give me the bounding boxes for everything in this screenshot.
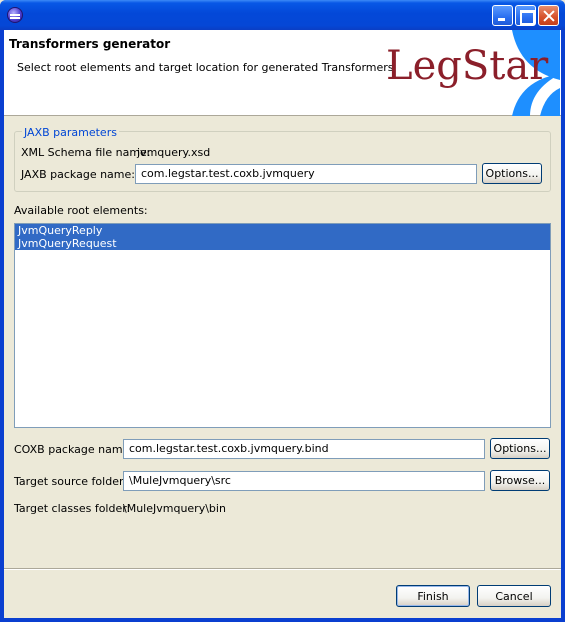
browse-button[interactable]: Browse... <box>490 470 550 491</box>
jaxb-parameters-legend: JAXB parameters <box>22 126 119 139</box>
jaxb-package-input[interactable]: com.legstar.test.coxb.jvmquery <box>135 164 477 184</box>
logo-text: LegStar <box>386 43 549 89</box>
maximize-button[interactable] <box>515 5 536 26</box>
wizard-description: Select root elements and target location… <box>17 61 394 74</box>
schema-file-label: XML Schema file name: <box>21 146 151 159</box>
footer-separator <box>4 568 561 570</box>
legstar-logo: LegStar <box>380 30 560 116</box>
root-elements-label: Available root elements: <box>14 204 148 217</box>
minimize-button[interactable] <box>492 5 513 26</box>
target-source-input[interactable]: \MuleJvmquery\src <box>123 471 485 491</box>
coxb-options-button[interactable]: Options... <box>490 438 550 459</box>
window-frame-bottom <box>0 618 565 622</box>
target-classes-label: Target classes folder: <box>14 502 131 515</box>
coxb-package-input[interactable]: com.legstar.test.coxb.jvmquery.bind <box>123 439 485 459</box>
dialog-body: Transformers generator Select root eleme… <box>4 30 561 618</box>
target-classes-value: \MuleJvmquery\bin <box>123 502 226 515</box>
eclipse-icon <box>7 7 23 23</box>
coxb-package-label: COXB package name: <box>14 443 134 456</box>
list-item[interactable]: JvmQueryRequest <box>15 237 550 250</box>
jaxb-options-button[interactable]: Options... <box>482 163 542 184</box>
finish-button[interactable]: Finish <box>396 585 470 607</box>
jaxb-package-label: JAXB package name: <box>21 168 135 181</box>
wizard-banner: Transformers generator Select root eleme… <box>4 30 561 116</box>
cancel-button[interactable]: Cancel <box>477 585 551 607</box>
root-elements-list[interactable]: JvmQueryReply JvmQueryRequest <box>14 223 551 428</box>
schema-file-value: jvmquery.xsd <box>137 146 211 159</box>
title-bar[interactable] <box>0 0 565 30</box>
target-source-label: Target source folder: <box>14 475 127 488</box>
close-button[interactable] <box>538 5 559 26</box>
list-item[interactable]: JvmQueryReply <box>15 224 550 237</box>
wizard-title: Transformers generator <box>9 37 171 51</box>
dialog-window: Transformers generator Select root eleme… <box>0 0 565 622</box>
